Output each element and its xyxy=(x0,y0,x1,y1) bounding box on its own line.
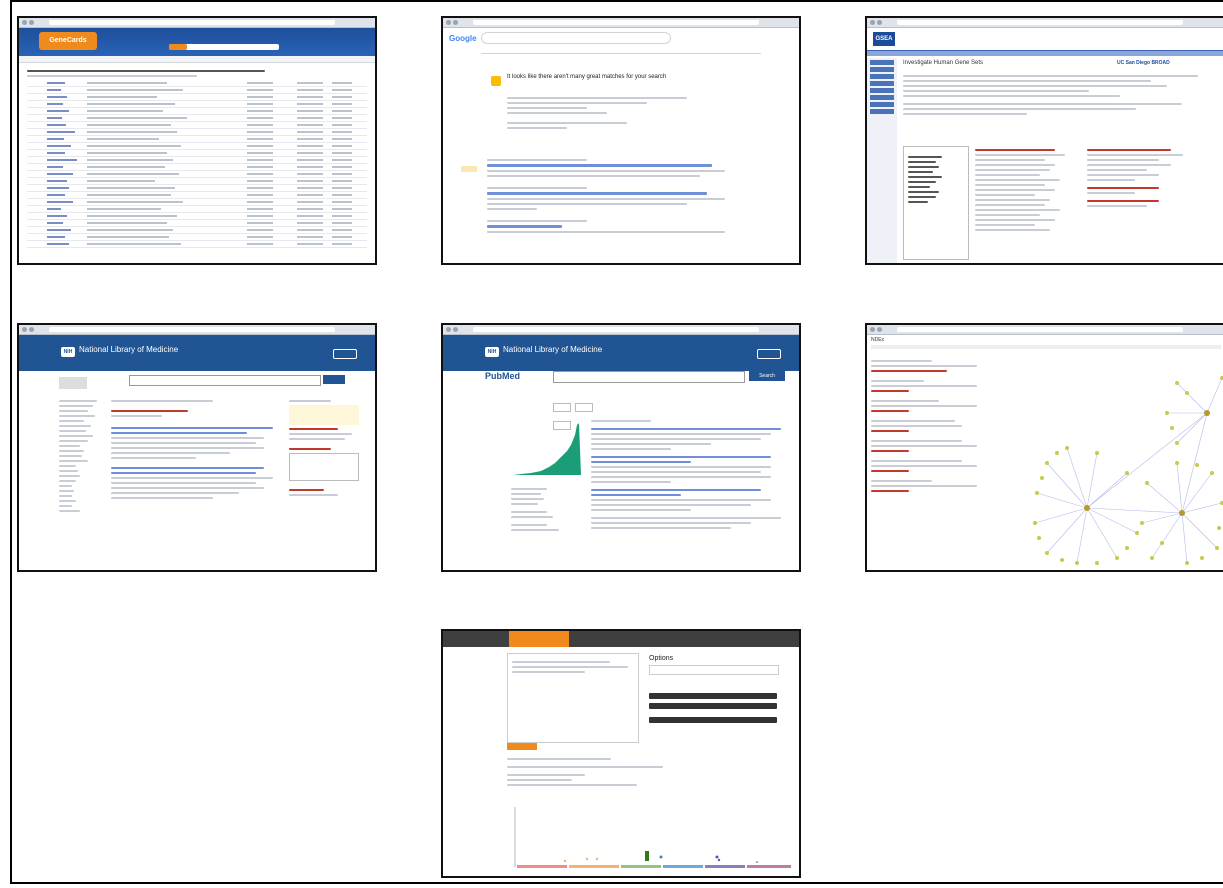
genecards-search-button[interactable] xyxy=(169,44,187,50)
nlm-filter-sidebar[interactable] xyxy=(59,397,101,515)
genecards-logo: GeneCards xyxy=(39,32,97,50)
gsea-sidebar[interactable] xyxy=(867,58,897,263)
results-by-year-chart xyxy=(511,417,591,477)
ndex-network-screenshot[interactable]: NDEx xyxy=(865,323,1223,572)
brand-logos: UC San Diego BROAD xyxy=(1117,60,1170,66)
nlm-header: NIH National Library of Medicine xyxy=(19,335,375,371)
login-button[interactable] xyxy=(757,349,781,359)
google-tabs[interactable] xyxy=(481,50,761,57)
browser-bar xyxy=(443,18,799,28)
collections-list[interactable] xyxy=(975,146,1075,234)
gene-list-textarea[interactable] xyxy=(903,146,969,260)
ndex-toolbar[interactable] xyxy=(871,345,1221,349)
browser-bar xyxy=(867,325,1223,335)
enrichment-tool-screenshot[interactable]: Options xyxy=(441,629,801,878)
nlm-search-button[interactable] xyxy=(323,375,345,384)
genecards-results-table xyxy=(19,63,375,252)
lightbulb-icon xyxy=(491,76,501,86)
google-screenshot[interactable]: Google It looks like there aren't many g… xyxy=(441,16,801,265)
google-logo: Google xyxy=(449,34,477,43)
tool-action-button-2[interactable] xyxy=(649,703,777,709)
manhattan-plot xyxy=(507,803,793,873)
tab-3[interactable] xyxy=(637,631,697,647)
browser-bar xyxy=(867,18,1223,28)
genecards-nav xyxy=(19,56,375,63)
nih-logo: NIH xyxy=(61,347,75,357)
pubmed-search-button[interactable]: Search xyxy=(749,371,785,381)
tool-action-button-3[interactable] xyxy=(649,717,777,723)
tab-active[interactable] xyxy=(509,631,569,647)
tool-action-button-1[interactable] xyxy=(649,693,777,699)
nlm-right-panel[interactable] xyxy=(289,397,359,499)
nlm-results[interactable] xyxy=(111,397,281,502)
tab-2[interactable] xyxy=(573,631,633,647)
ad-thumbnail xyxy=(461,166,477,172)
pubmed-filters[interactable] xyxy=(511,485,571,534)
tool-top-tabs[interactable] xyxy=(443,631,799,647)
nlm-search-input[interactable] xyxy=(129,375,321,386)
results-controls[interactable] xyxy=(507,755,767,789)
pubmed-logo: PubMed xyxy=(485,371,520,381)
pubmed-action-buttons[interactable] xyxy=(553,399,613,430)
login-button[interactable] xyxy=(333,349,357,359)
pubmed-screenshot[interactable]: NIH National Library of Medicine PubMed … xyxy=(441,323,801,572)
gsea-header: GSEA xyxy=(867,28,1223,52)
options-heading: Options xyxy=(649,655,674,662)
options-select[interactable] xyxy=(649,665,779,675)
nlm-building-logo xyxy=(59,377,87,389)
browser-bar xyxy=(443,325,799,335)
tab-4[interactable] xyxy=(701,631,761,647)
results-tab-active[interactable] xyxy=(507,743,537,750)
pubmed-search-input[interactable] xyxy=(553,371,745,383)
network-results-panel[interactable] xyxy=(867,353,1028,570)
nlm-title: National Library of Medicine xyxy=(79,345,179,354)
google-tips xyxy=(507,94,707,132)
google-search-input[interactable] xyxy=(481,32,671,44)
nlm-search-screenshot[interactable]: NIH National Library of Medicine xyxy=(17,323,377,572)
ndex-title: NDEx xyxy=(871,337,885,343)
nih-logo: NIH xyxy=(485,347,499,357)
network-graph[interactable] xyxy=(1027,353,1223,572)
browser-bar xyxy=(19,18,375,28)
genecards-screenshot[interactable]: GeneCards xyxy=(17,16,377,265)
gene-input-textarea[interactable] xyxy=(507,653,639,743)
network-canvas[interactable] xyxy=(1027,353,1223,572)
gsea-intro-text xyxy=(903,72,1213,118)
page-title: Investigate Human Gene Sets xyxy=(903,60,984,66)
pubmed-nlm-header: NIH National Library of Medicine xyxy=(443,335,799,371)
gsea-screenshot[interactable]: GSEA Investigate Human Gene Sets UC San … xyxy=(865,16,1223,265)
compute-options[interactable] xyxy=(1087,146,1207,210)
pubmed-results[interactable] xyxy=(591,417,791,532)
nlm-title: National Library of Medicine xyxy=(503,345,603,354)
no-results-heading: It looks like there aren't many great ma… xyxy=(507,74,667,80)
gsea-nav[interactable] xyxy=(867,51,1223,56)
google-results-list xyxy=(487,156,737,236)
genecards-header: GeneCards xyxy=(19,28,375,56)
browser-bar xyxy=(19,325,375,335)
gsea-logo: GSEA xyxy=(873,32,895,46)
